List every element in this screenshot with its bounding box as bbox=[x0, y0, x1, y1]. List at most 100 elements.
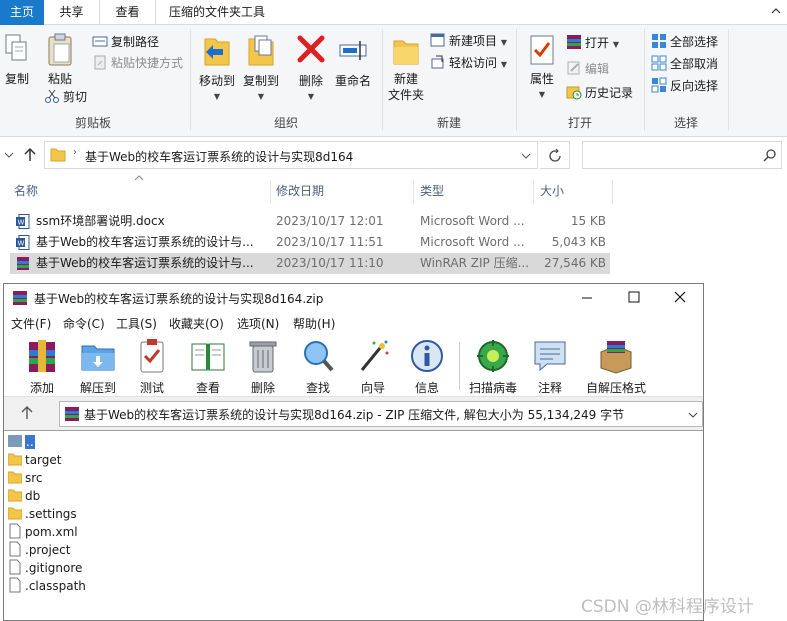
chevron-down-icon[interactable] bbox=[521, 152, 531, 160]
list-item[interactable]: db bbox=[8, 487, 40, 505]
magnifier-icon bbox=[304, 341, 334, 372]
new-item-icon bbox=[430, 33, 445, 47]
edit-button[interactable]: 编辑 bbox=[566, 59, 609, 79]
column-header-date[interactable]: 修改日期 bbox=[276, 180, 324, 204]
winrar-title-bar[interactable]: 基于Web的校车客运订票系统的设计与实现8d164.zip bbox=[4, 284, 703, 312]
cut-button[interactable]: 剪切 bbox=[44, 87, 87, 107]
comment-icon bbox=[534, 341, 566, 372]
extract-folder-icon bbox=[81, 345, 115, 371]
address-bar[interactable]: › 基于Web的校车客运订票系统的设计与实现8d164 bbox=[44, 141, 538, 169]
menu-options[interactable]: 选项(N) bbox=[237, 315, 279, 332]
file-row-selected[interactable]: 基于Web的校车客运订票系统的设计与... 2023/10/17 11:10 W… bbox=[10, 253, 610, 274]
list-item[interactable]: target bbox=[8, 451, 62, 469]
file-icon bbox=[9, 577, 21, 593]
invert-selection-icon bbox=[651, 77, 667, 93]
copy-button[interactable]: 复制 bbox=[2, 33, 32, 87]
file-name: 基于Web的校车客运订票系统的设计与... bbox=[36, 235, 254, 249]
add-label: 添加 bbox=[29, 381, 54, 395]
file-row[interactable]: W ssm环境部署说明.docx 2023/10/17 12:01 Micros… bbox=[10, 211, 610, 232]
open-button[interactable]: 打开 ▼ bbox=[566, 33, 619, 53]
comment-button[interactable]: 注释 bbox=[524, 338, 576, 396]
add-button[interactable]: 添加 bbox=[16, 338, 68, 396]
virus-scan-button[interactable]: 扫描病毒 bbox=[464, 338, 522, 396]
minimize-icon[interactable] bbox=[581, 292, 593, 304]
group-label-open: 打开 bbox=[567, 116, 592, 130]
tab-compressed-folder-tools[interactable]: 压缩的文件夹工具 bbox=[156, 0, 278, 25]
tab-view[interactable]: 查看 bbox=[100, 0, 156, 25]
copy-to-button[interactable]: 复制到 ▼ bbox=[241, 33, 281, 105]
list-item[interactable]: .settings bbox=[8, 505, 77, 523]
file-date: 2023/10/17 11:10 bbox=[276, 256, 384, 270]
column-divider[interactable] bbox=[612, 180, 613, 204]
file-date: 2023/10/17 12:01 bbox=[276, 214, 384, 228]
chevron-up-icon[interactable] bbox=[771, 6, 781, 16]
file-icon bbox=[9, 541, 21, 557]
test-button[interactable]: 测试 bbox=[126, 338, 178, 396]
move-to-icon bbox=[204, 38, 230, 66]
list-item-parent[interactable]: .. bbox=[8, 433, 35, 451]
move-to-button[interactable]: 移动到 ▼ bbox=[197, 33, 237, 105]
list-item[interactable]: pom.xml bbox=[8, 523, 78, 541]
menu-help[interactable]: 帮助(H) bbox=[293, 315, 335, 332]
wizard-button[interactable]: 向导 bbox=[347, 338, 399, 396]
column-divider[interactable] bbox=[270, 180, 271, 204]
copy-path-icon bbox=[92, 36, 108, 47]
tab-share[interactable]: 共享 bbox=[44, 0, 100, 25]
column-header-type[interactable]: 类型 bbox=[420, 180, 444, 204]
search-input[interactable] bbox=[582, 141, 782, 169]
paste-shortcut-button[interactable]: 粘贴快捷方式 bbox=[92, 53, 183, 73]
copy-path-button[interactable]: 复制路径 bbox=[92, 32, 159, 52]
sfx-box-icon bbox=[600, 341, 632, 374]
tab-home[interactable]: 主页 bbox=[0, 0, 44, 25]
winrar-delete-button[interactable]: 删除 bbox=[237, 338, 289, 396]
list-item[interactable]: src bbox=[8, 469, 43, 487]
up-arrow-icon[interactable] bbox=[20, 406, 34, 420]
menu-file[interactable]: 文件(F) bbox=[11, 315, 51, 332]
svg-text:W: W bbox=[18, 240, 25, 248]
sfx-button[interactable]: 自解压格式 bbox=[580, 338, 652, 396]
history-button[interactable]: 历史记录 bbox=[566, 83, 633, 103]
new-item-button[interactable]: 新建项目 ▼ bbox=[430, 31, 507, 51]
column-divider[interactable] bbox=[413, 180, 414, 204]
archive-path-text: 基于Web的校车客运订票系统的设计与实现8d164.zip - ZIP 压缩文件… bbox=[84, 408, 625, 422]
address-path[interactable]: 基于Web的校车客运订票系统的设计与实现8d164 bbox=[85, 148, 353, 165]
paste-button[interactable]: 粘贴 bbox=[44, 33, 76, 87]
column-header-name[interactable]: 名称 bbox=[14, 180, 38, 204]
close-icon[interactable] bbox=[674, 291, 686, 303]
file-row[interactable]: W 基于Web的校车客运订票系统的设计与... 2023/10/17 11:51… bbox=[10, 232, 610, 253]
file-size: 5,043 KB bbox=[551, 235, 606, 249]
list-item[interactable]: .classpath bbox=[8, 577, 86, 595]
extract-to-button[interactable]: 解压到 bbox=[72, 338, 124, 396]
chevron-down-icon bbox=[688, 412, 698, 418]
select-all-button[interactable]: 全部选择 bbox=[651, 32, 718, 52]
view-label: 查看 bbox=[195, 381, 220, 395]
easy-access-button[interactable]: 轻松访问 ▼ bbox=[430, 53, 507, 73]
info-button[interactable]: 信息 bbox=[401, 338, 453, 396]
maximize-icon[interactable] bbox=[628, 291, 640, 303]
delete-label: 删除 bbox=[298, 74, 323, 88]
list-item[interactable]: .project bbox=[8, 541, 70, 559]
chevron-down-icon[interactable] bbox=[4, 150, 14, 160]
up-arrow-icon[interactable] bbox=[22, 147, 38, 163]
list-item[interactable]: .gitignore bbox=[8, 559, 82, 577]
menu-favorites[interactable]: 收藏夹(O) bbox=[169, 315, 224, 332]
archive-path-dropdown[interactable]: 基于Web的校车客运订票系统的设计与实现8d164.zip - ZIP 压缩文件… bbox=[59, 401, 703, 427]
invert-selection-button[interactable]: 反向选择 bbox=[651, 76, 718, 96]
sort-ascending-icon bbox=[134, 175, 144, 181]
rename-button[interactable]: 重命名 bbox=[331, 33, 375, 89]
menu-tools[interactable]: 工具(S) bbox=[116, 315, 157, 332]
find-button[interactable]: 查找 bbox=[292, 338, 344, 396]
test-clipboard-icon bbox=[140, 339, 164, 373]
properties-button[interactable]: 属性 ▼ bbox=[524, 33, 560, 103]
folder-icon bbox=[8, 471, 22, 484]
column-header-size[interactable]: 大小 bbox=[540, 180, 564, 204]
column-divider[interactable] bbox=[533, 180, 534, 204]
folder-icon bbox=[8, 507, 22, 520]
refresh-button[interactable] bbox=[540, 141, 570, 169]
menu-commands[interactable]: 命令(C) bbox=[63, 315, 105, 332]
select-none-button[interactable]: 全部取消 bbox=[651, 54, 718, 74]
winrar-delete-label: 删除 bbox=[250, 381, 275, 395]
delete-button[interactable]: 删除 ▼ bbox=[294, 33, 328, 105]
new-folder-button[interactable]: 新建 文件夹 bbox=[386, 33, 426, 103]
view-button[interactable]: 查看 bbox=[182, 338, 234, 396]
